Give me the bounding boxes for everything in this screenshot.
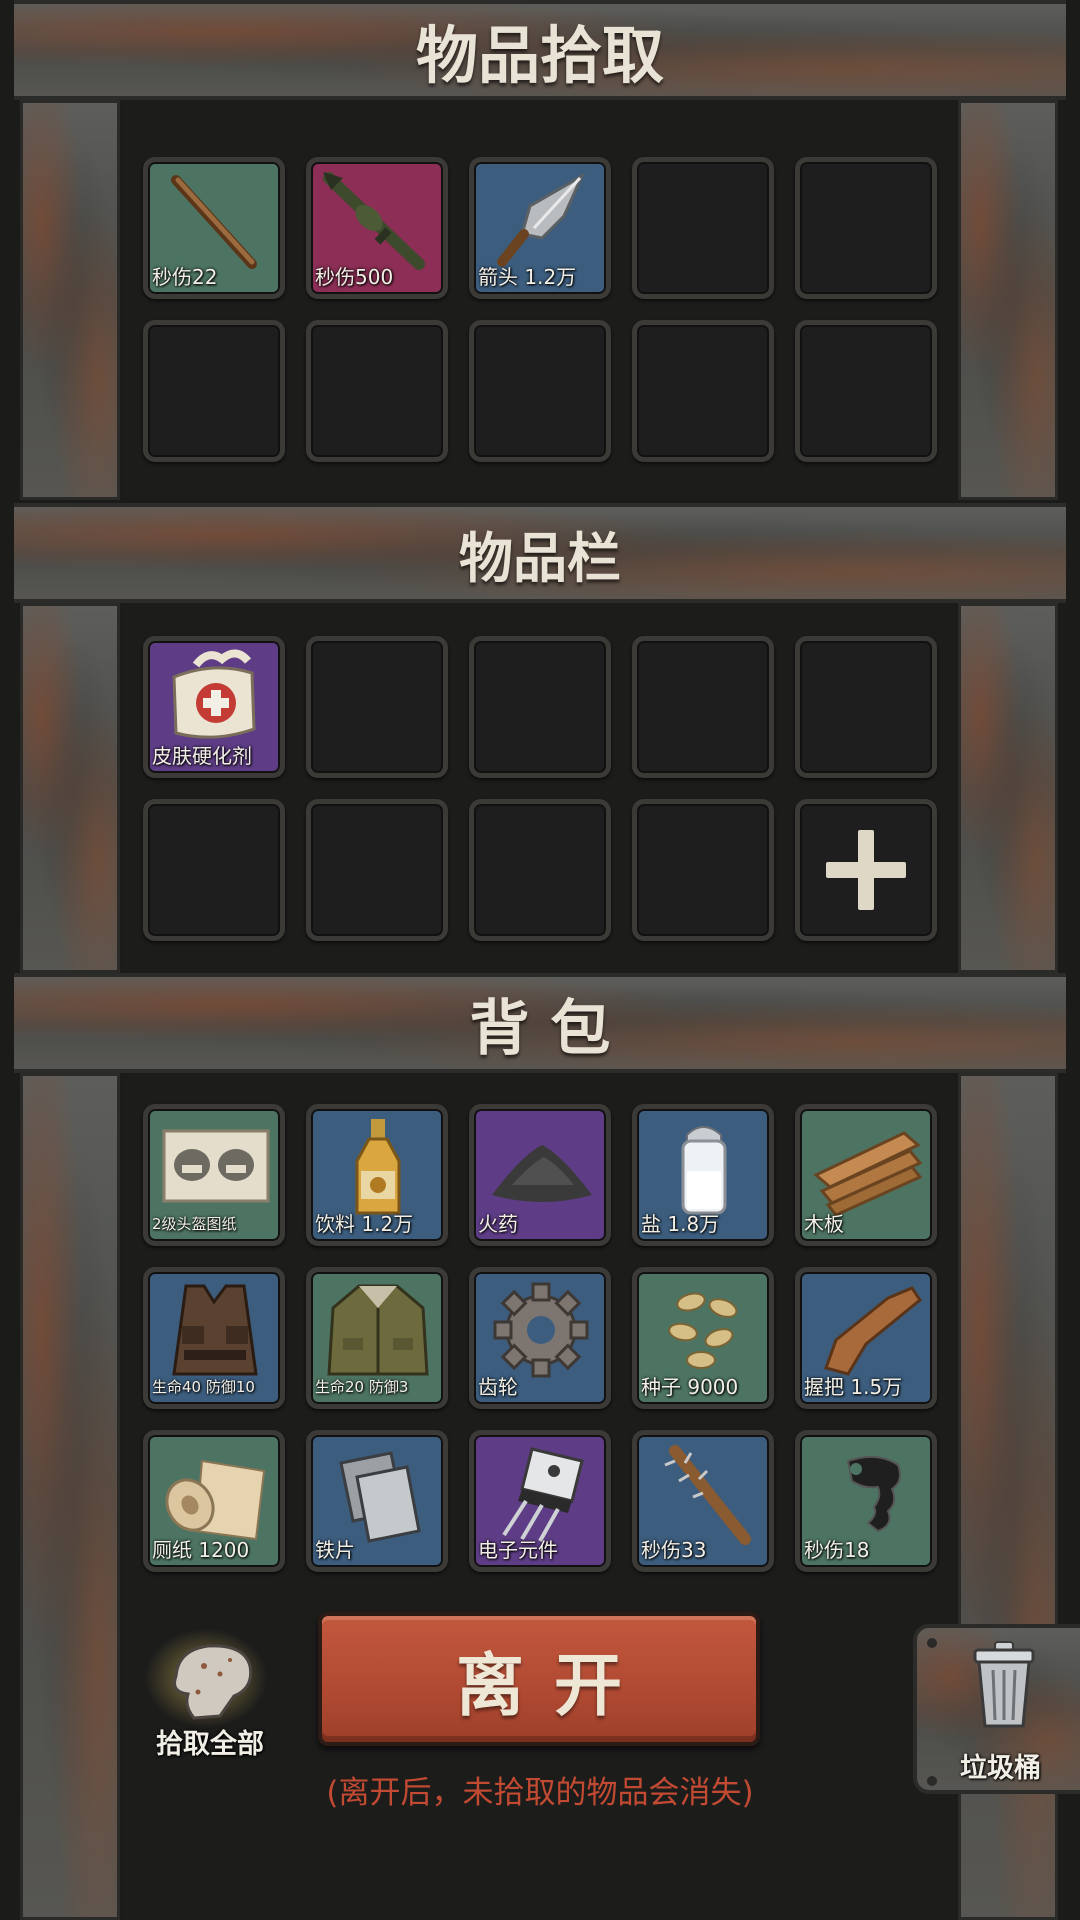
plus-icon	[826, 830, 906, 910]
item-label: 秒伤18	[804, 1538, 870, 1562]
frame-right-post	[958, 603, 1058, 973]
backpack-slot-13[interactable]: 电子元件	[469, 1430, 611, 1572]
pickup-slot-10[interactable]	[795, 320, 937, 462]
tactical-vest-icon	[172, 1284, 258, 1376]
hotbar-slot-7[interactable]	[306, 799, 448, 941]
toilet-paper-icon	[165, 1459, 266, 1541]
seeds-icon	[668, 1292, 738, 1369]
frame-left-post	[20, 100, 120, 500]
hotbar-slot-8[interactable]	[469, 799, 611, 941]
iron-sheet-icon	[339, 1451, 421, 1543]
salt-shaker-icon	[681, 1126, 727, 1215]
pickup-slot-5[interactable]	[795, 157, 937, 299]
backpack-slot-1[interactable]: 2级头盔图纸	[143, 1104, 285, 1246]
medical-bag-icon	[172, 649, 256, 739]
leave-button[interactable]: 离开	[318, 1612, 760, 1746]
hotbar-slot-4[interactable]	[632, 636, 774, 778]
pickup-header: 物品拾取	[14, 0, 1066, 100]
brass-knuckles-icon	[846, 1455, 901, 1533]
item-label: 饮料 1.2万	[315, 1212, 414, 1236]
gear-icon	[493, 1282, 589, 1378]
backpack-header: 背 包	[14, 973, 1066, 1073]
gun-stock-icon	[824, 1286, 923, 1376]
item-label: 电子元件	[478, 1538, 558, 1562]
frame-right-post	[958, 100, 1058, 500]
hotbar-slot-6[interactable]	[143, 799, 285, 941]
rivet	[927, 1638, 937, 1648]
backpack-slot-14[interactable]: 秒伤33	[632, 1430, 774, 1572]
item-label: 秒伤500	[315, 265, 394, 289]
jacket-icon	[327, 1284, 429, 1376]
pickup-title: 物品拾取	[415, 19, 664, 92]
wooden-planks-icon	[813, 1131, 923, 1217]
pickup-slot-9[interactable]	[632, 320, 774, 462]
backpack-slot-3[interactable]: 火药	[469, 1104, 611, 1246]
item-label: 火药	[478, 1212, 518, 1236]
trash-can-icon	[973, 1641, 1035, 1728]
spiked-bat-icon	[664, 1445, 751, 1545]
leave-label: 离开	[455, 1646, 652, 1726]
glove-icon	[173, 1644, 253, 1720]
hotbar-slot-5[interactable]	[795, 636, 937, 778]
item-label: 秒伤22	[152, 265, 218, 289]
hotbar-slot-3[interactable]	[469, 636, 611, 778]
frame-left-post	[20, 603, 120, 973]
rocket-launcher-icon	[323, 172, 425, 270]
pickup-slot-2[interactable]: 秒伤500	[306, 157, 448, 299]
pick-all-label: 拾取全部	[156, 1729, 264, 1760]
backpack-slot-11[interactable]: 厕纸 1200	[143, 1430, 285, 1572]
item-label: 秒伤33	[641, 1538, 707, 1562]
item-label: 箭头 1.2万	[478, 265, 577, 289]
leave-warning-text: (离开后，未拾取的物品会消失)	[326, 1775, 754, 1811]
backpack-slot-2[interactable]: 饮料 1.2万	[306, 1104, 448, 1246]
trash-can-button[interactable]: 垃圾桶	[913, 1624, 1080, 1794]
gunpowder-icon	[492, 1145, 592, 1202]
trash-can-label: 垃圾桶	[960, 1753, 1041, 1784]
wooden-stick-icon	[171, 175, 257, 269]
pickup-slot-3[interactable]: 箭头 1.2万	[469, 157, 611, 299]
bottle-icon	[355, 1119, 401, 1215]
hotbar-header: 物品栏	[14, 503, 1066, 603]
backpack-slot-10[interactable]: 握把 1.5万	[795, 1267, 937, 1409]
backpack-slot-15[interactable]: 秒伤18	[795, 1430, 937, 1572]
backpack-slot-5[interactable]: 木板	[795, 1104, 937, 1246]
item-label: 盐 1.8万	[641, 1212, 720, 1236]
item-label: 种子 9000	[641, 1375, 739, 1399]
item-label: 握把 1.5万	[804, 1375, 903, 1399]
pick-all-button[interactable]: 拾取全部	[140, 1628, 280, 1760]
backpack-slot-9[interactable]: 种子 9000	[632, 1267, 774, 1409]
helmet-blueprint-icon	[162, 1129, 270, 1203]
frame-left-post	[20, 1073, 120, 1920]
pickup-slot-6[interactable]	[143, 320, 285, 462]
backpack-slot-4[interactable]: 盐 1.8万	[632, 1104, 774, 1246]
hotbar-slot-1[interactable]: 皮肤硬化剂	[143, 636, 285, 778]
electronic-component-icon	[502, 1447, 584, 1542]
hotbar-title: 物品栏	[459, 526, 621, 590]
hotbar-slot-9[interactable]	[632, 799, 774, 941]
pickup-slot-8[interactable]	[469, 320, 611, 462]
item-label: 皮肤硬化剂	[152, 744, 252, 768]
add-slot-button[interactable]	[795, 799, 937, 941]
arrowhead-icon	[497, 172, 586, 267]
item-label: 2级头盔图纸	[152, 1215, 237, 1233]
item-label: 齿轮	[478, 1375, 518, 1399]
backpack-slot-8[interactable]: 齿轮	[469, 1267, 611, 1409]
item-label: 生命20 防御3	[315, 1378, 409, 1396]
pickup-slot-4[interactable]	[632, 157, 774, 299]
backpack-slot-12[interactable]: 铁片	[306, 1430, 448, 1572]
item-label: 生命40 防御10	[152, 1378, 255, 1396]
pickup-slot-1[interactable]: 秒伤22	[143, 157, 285, 299]
item-label: 木板	[804, 1212, 844, 1236]
hotbar-slot-2[interactable]	[306, 636, 448, 778]
backpack-title: 背 包	[469, 993, 611, 1064]
item-label: 厕纸 1200	[152, 1538, 250, 1562]
pickup-slot-7[interactable]	[306, 320, 448, 462]
backpack-slot-7[interactable]: 生命20 防御3	[306, 1267, 448, 1409]
item-label: 铁片	[315, 1538, 355, 1562]
backpack-slot-6[interactable]: 生命40 防御10	[143, 1267, 285, 1409]
